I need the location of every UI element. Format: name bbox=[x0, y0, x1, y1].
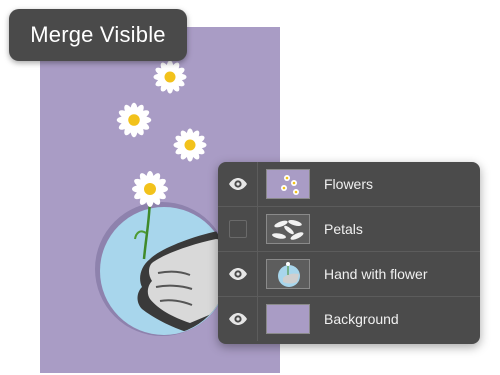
hidden-visibility-box bbox=[228, 220, 247, 238]
layer-row-hand-with-flower[interactable]: Hand with flower bbox=[218, 252, 480, 297]
eye-icon bbox=[228, 313, 247, 325]
layer-name: Flowers bbox=[324, 176, 374, 192]
eye-icon bbox=[228, 268, 247, 280]
layer-thumbnail-flowers bbox=[266, 169, 310, 199]
layer-thumbnail-background bbox=[266, 304, 310, 334]
layer-thumbnail-petals bbox=[266, 214, 310, 244]
layer-name: Petals bbox=[324, 221, 363, 237]
layers-panel: Flowers Petals Hand with flower Backgrou… bbox=[218, 162, 480, 344]
visibility-toggle-petals[interactable] bbox=[218, 207, 258, 251]
visibility-toggle-flowers[interactable] bbox=[218, 162, 258, 206]
merge-visible-tooltip: Merge Visible bbox=[9, 9, 187, 61]
layer-thumbnail-hand-with-flower bbox=[266, 259, 310, 289]
layer-row-background[interactable]: Background bbox=[218, 297, 480, 341]
visibility-toggle-hand-with-flower[interactable] bbox=[218, 252, 258, 296]
layer-row-petals[interactable]: Petals bbox=[218, 207, 480, 252]
layer-name: Background bbox=[324, 311, 399, 327]
visibility-toggle-background[interactable] bbox=[218, 297, 258, 341]
layer-name: Hand with flower bbox=[324, 266, 428, 282]
layer-row-flowers[interactable]: Flowers bbox=[218, 162, 480, 207]
eye-icon bbox=[228, 178, 247, 190]
